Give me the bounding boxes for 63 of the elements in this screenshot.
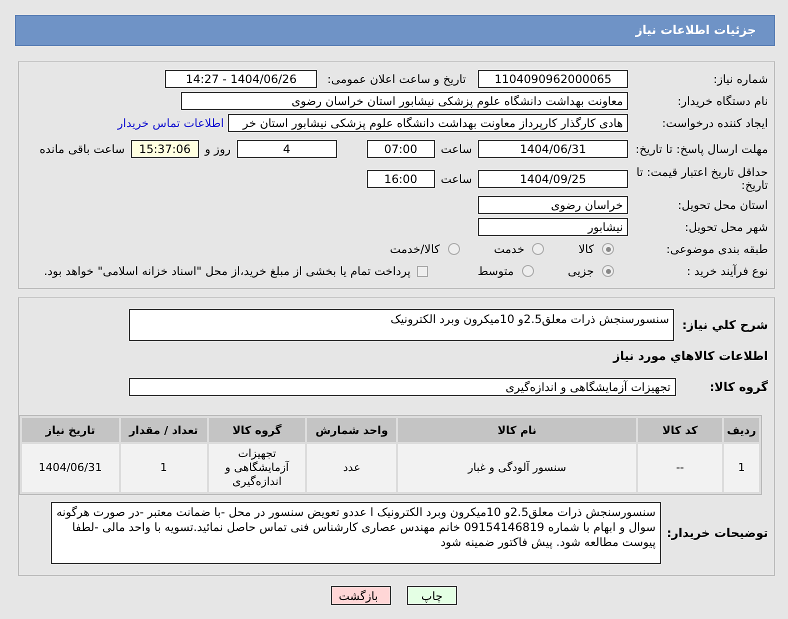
column-header: کد کالا — [638, 418, 722, 442]
field-label: ساعت — [440, 142, 472, 156]
column-header: نام کالا — [398, 418, 636, 442]
field-label: روز و — [204, 142, 231, 156]
field-label: شماره نیاز: — [712, 72, 769, 86]
field-label: حداقل تاریخ اعتبار قیمت: تا تاریخ: — [635, 166, 769, 192]
checkbox-label: پرداخت تمام یا بخشی از مبلغ خرید،از محل "اسناد خزانه اسلامی" خواهد بود. — [44, 264, 411, 278]
province-field: خراسان رضوی — [478, 196, 628, 214]
validity-time-field: 16:00 — [366, 170, 435, 188]
radio-button[interactable] — [602, 265, 614, 277]
field-label: استان محل تحویل: — [676, 198, 769, 212]
column-header: ردیف — [724, 418, 759, 442]
action-button[interactable]: چاپ — [407, 586, 457, 605]
field-label: نام دستگاه خریدار: — [676, 94, 769, 108]
table-cell: 1 — [724, 444, 759, 492]
field-label: مهلت ارسال پاسخ: تا تاریخ: — [634, 142, 769, 156]
table-cell: 1 — [120, 444, 207, 492]
column-header: تاریخ نیاز — [22, 418, 119, 442]
radio-button[interactable] — [602, 243, 614, 255]
field-label: ساعت باقی مانده — [40, 142, 125, 156]
field-label: ایجاد کننده درخواست: — [661, 116, 769, 130]
field-label: ساعت — [440, 172, 472, 186]
table-cell: عدد — [307, 444, 396, 492]
field-label: شرح کلي نياز: — [682, 318, 769, 332]
radio-button[interactable] — [522, 265, 534, 277]
field-label: توضیحات خریدار: — [666, 526, 769, 540]
requester-field: هادی کارگذار کارپرداز معاونت بهداشت دانشگاه علوم پزشکی نیشابور استان خر — [228, 114, 628, 132]
validity-date-field: 1404/09/25 — [478, 170, 628, 188]
announce-date-field: 1404/06/26 - 14:27 — [165, 70, 318, 88]
section-title: اطلاعات کالاهاي مورد نياز — [612, 348, 769, 365]
buyer-contact-link[interactable]: اطلاعات تماس خریدار — [117, 116, 224, 130]
buyer-field: معاونت بهداشت دانشگاه علوم پزشکی نیشابور استان خراسان رضوی — [181, 92, 628, 110]
need-number-field: 1104090962000065 — [478, 70, 628, 88]
column-header: واحد شمارش — [307, 418, 396, 442]
page-header: جزئیات اطلاعات نیاز — [15, 15, 775, 46]
radio-button[interactable] — [448, 243, 460, 255]
radio-label: جزیی — [568, 264, 594, 278]
field-label: طبقه بندی موضوعی: — [665, 242, 769, 256]
deadline-date-field: 1404/06/31 — [478, 140, 628, 158]
table-cell: سنسور آلودگی و غبار — [398, 444, 636, 492]
field-label: تاریخ و ساعت اعلان عمومی: — [327, 72, 466, 86]
radio-label: کالا/خدمت — [390, 242, 440, 256]
radio-label: متوسط — [478, 264, 514, 278]
radio-button[interactable] — [532, 243, 544, 255]
days-field: 4 — [236, 140, 337, 158]
remaining-time-field: 15:37:06 — [130, 140, 199, 158]
table-cell: تجهیزات آزمایشگاهی و اندازه‌گیری — [208, 444, 306, 492]
column-header: گروه کالا — [208, 418, 306, 442]
radio-label: خدمت — [494, 242, 524, 256]
goods-group-field: تجهیزات آزمایشگاهی و اندازه‌گیری — [128, 378, 676, 396]
table-cell: -- — [638, 444, 722, 492]
city-field: نیشابور — [478, 218, 628, 236]
checkbox[interactable] — [416, 266, 428, 276]
table-cell: 1404/06/31 — [22, 444, 119, 492]
field-label: گروه کالا: — [710, 380, 769, 394]
notes-field: سنسورسنجش ذرات معلق2.5و 10میکرون وبرد الکترونیک ا عددو تعویض سنسور در محل -با ضمانت معتبر -در صورت هرگونه سوال و ابهام با شماره 09154146819 خانم مهندس عصاری کارشناس فنی تماس حاصل نمائید.تسویه با واحد مالی -لطفا پیوست مطالعه شود. پیش فاکتور ضمینه شود — [50, 502, 661, 564]
field-label: نوع فرآیند خرید : — [686, 264, 769, 278]
deadline-time-field: 07:00 — [366, 140, 435, 158]
field-label: شهر محل تحویل: — [684, 220, 769, 234]
radio-label: کالا — [578, 242, 594, 256]
action-button[interactable]: بازگشت — [331, 586, 391, 605]
column-header: تعداد / مقدار — [120, 418, 207, 442]
summary-field: سنسورسنجش ذرات معلق2.5و 10میکرون وبرد الکترونیک — [129, 309, 674, 341]
